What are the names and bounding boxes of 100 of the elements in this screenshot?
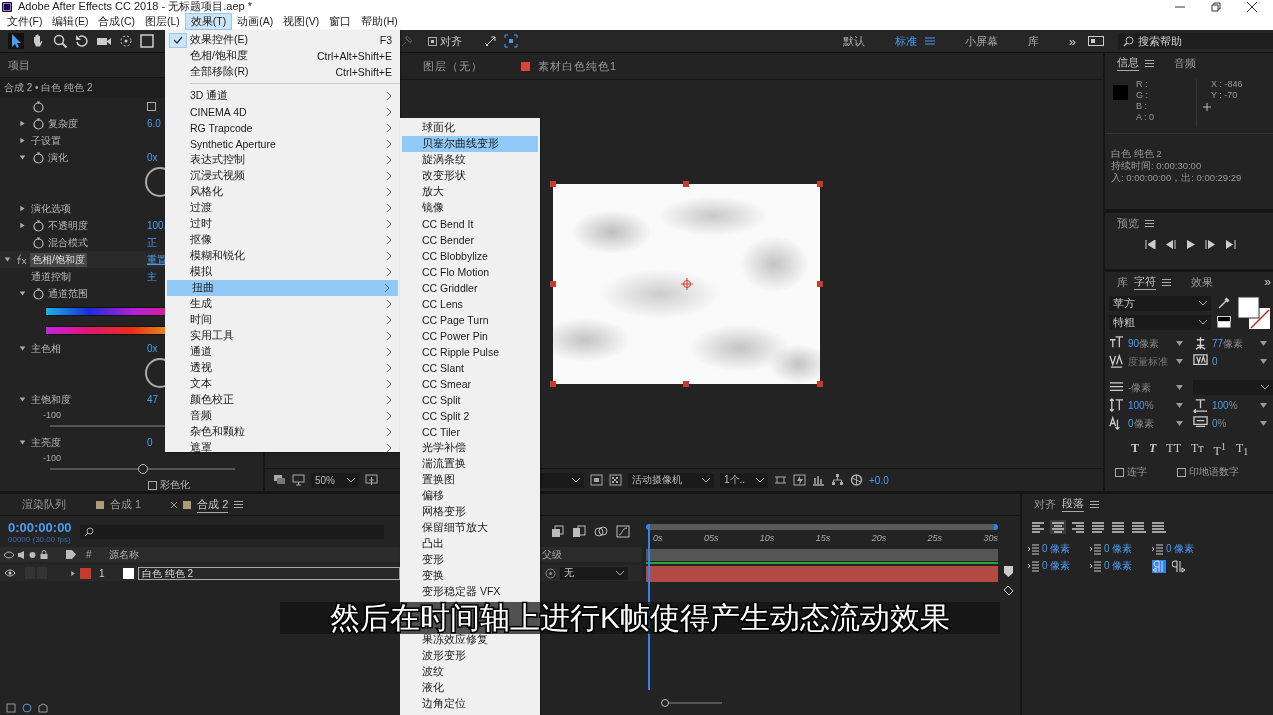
timeline-tab[interactable]: 合成 2 (197, 496, 229, 513)
menu-item[interactable]: CC Split 2 (400, 408, 540, 424)
menu-item[interactable]: CC Blobbylize (400, 248, 540, 264)
twisty-icon[interactable] (19, 137, 26, 144)
menu-item[interactable]: CC Page Turn (400, 312, 540, 328)
menu-item[interactable]: CC Power Pin (400, 328, 540, 344)
panel-tab[interactable]: 音频 (1174, 55, 1196, 71)
transform-handle[interactable] (683, 381, 689, 387)
next-frame-icon[interactable] (1205, 240, 1216, 249)
toggle-modes-icon[interactable] (38, 703, 48, 713)
menu-item[interactable]: 通道 (165, 344, 400, 360)
pan-behind-icon[interactable] (118, 33, 134, 49)
fill-stroke-swatch-icon[interactable] (1237, 296, 1271, 330)
menu-item[interactable]: 视图(V) (278, 13, 325, 30)
motion-blur-icon[interactable] (594, 525, 608, 538)
twisty-icon[interactable] (19, 396, 26, 403)
menu-item[interactable]: 球面化 (400, 120, 540, 136)
menu-item[interactable]: 光学补偿 (400, 440, 540, 456)
close-icon[interactable] (171, 501, 178, 508)
overflow-button[interactable]: » (1264, 275, 1271, 289)
dropdown-arrow-icon[interactable] (1260, 403, 1267, 408)
paragraph-field[interactable]: 0 像素 (1104, 542, 1133, 556)
character-field[interactable]: 0 (1212, 356, 1256, 367)
menu-item[interactable]: Synthetic Aperture (165, 136, 400, 152)
menu-item[interactable]: 扭曲 (167, 280, 398, 296)
twisty-icon[interactable] (19, 222, 26, 229)
property-value[interactable]: 正 (147, 235, 157, 250)
visibility-icon[interactable] (4, 569, 16, 577)
twisty-icon[interactable] (19, 205, 26, 212)
snap-icon[interactable] (504, 34, 518, 48)
twisty-icon[interactable] (19, 290, 26, 297)
render-icon[interactable] (6, 703, 16, 713)
text-direction-icon[interactable] (1172, 559, 1186, 573)
stopwatch-icon[interactable] (33, 117, 44, 130)
default-colors-icon[interactable] (1217, 316, 1231, 328)
restore-icon[interactable] (1211, 1, 1221, 12)
menu-item[interactable]: 效果控件(E) F3 (165, 32, 400, 48)
menu-item[interactable]: RG Trapcode (165, 120, 400, 136)
zoom-dropdown[interactable]: 50% (311, 472, 359, 488)
panel-tab[interactable]: 库 (1117, 274, 1128, 290)
menu-item[interactable]: 沉浸式视频 (165, 168, 400, 184)
align-button-icon[interactable] (1110, 520, 1126, 534)
exposure-value[interactable]: +0.0 (869, 474, 889, 486)
transparency-grid-icon[interactable] (609, 474, 622, 486)
twisty-icon[interactable] (19, 345, 26, 352)
flowchart-icon[interactable] (831, 474, 844, 486)
stopwatch-icon[interactable] (33, 236, 44, 249)
menu-item[interactable]: 全部移除(R) Ctrl+Shift+E (165, 64, 400, 80)
anchor-point-icon[interactable] (680, 278, 693, 290)
layer-search-field[interactable] (79, 524, 384, 539)
checkbox[interactable] (1115, 467, 1124, 477)
menu-icon[interactable] (1145, 219, 1154, 227)
menu-item[interactable]: 波纹 (400, 664, 540, 680)
panel-tab[interactable]: 信息 (1117, 55, 1139, 71)
menu-item[interactable]: CC Smear (400, 376, 540, 392)
viewer-tab[interactable]: 素材白色纯色1 (538, 58, 618, 74)
property-value[interactable]: 100. (147, 220, 167, 231)
menu-icon[interactable] (1162, 278, 1171, 286)
menu-item[interactable]: CC Bend It (400, 216, 540, 232)
workspace-tab[interactable]: 小屏幕 (964, 33, 998, 49)
dropdown-arrow-icon[interactable] (1260, 359, 1267, 364)
checkbox[interactable] (148, 480, 157, 490)
transform-handle[interactable] (816, 281, 823, 287)
twisty-icon[interactable] (70, 569, 76, 577)
property-value[interactable]: 0x (147, 152, 158, 163)
menu-item[interactable]: 波形变形 (400, 648, 540, 664)
panel-tab[interactable]: 效果 (1191, 274, 1213, 290)
menu-item[interactable]: 音频 (165, 408, 400, 424)
menu-icon[interactable] (234, 501, 244, 508)
character-field[interactable]: 77像素 (1212, 336, 1256, 351)
text-style-button[interactable]: T (1149, 441, 1157, 459)
workspace-tab[interactable]: 库 (1027, 33, 1039, 49)
menu-item[interactable]: 时间 (165, 312, 400, 328)
dropdown-arrow-icon[interactable] (1176, 341, 1183, 346)
twisty-icon[interactable] (19, 439, 26, 446)
menu-item[interactable]: CC Griddler (400, 280, 540, 296)
menu-item[interactable]: 透视 (165, 360, 400, 376)
last-frame-icon[interactable] (1225, 240, 1236, 249)
rectangle-icon[interactable] (140, 34, 154, 48)
twisty-icon[interactable] (4, 256, 11, 263)
menu-item[interactable]: 效果(T) (184, 13, 233, 30)
align-button-icon[interactable] (1030, 520, 1046, 534)
twisty-icon[interactable] (19, 120, 26, 127)
checkbox[interactable] (1177, 467, 1186, 477)
workspace-tab[interactable]: 默认 (842, 33, 865, 49)
stopwatch-icon[interactable] (33, 100, 44, 113)
menu-item[interactable]: 图层(L) (140, 13, 185, 30)
region-icon[interactable] (590, 474, 603, 486)
timeline-tab[interactable]: 渲染队列 (22, 497, 66, 512)
slider-thumb[interactable] (137, 464, 148, 474)
paragraph-field[interactable]: 0 像素 (1104, 559, 1133, 573)
menu-item[interactable]: 杂色和颗粒 (165, 424, 400, 440)
timeline-zoom-slider[interactable] (662, 699, 722, 707)
menu-item[interactable]: 颜色校正 (165, 392, 400, 408)
paragraph-field[interactable]: 0 像素 (1166, 542, 1195, 556)
menu-item[interactable]: 果冻效应修复 (400, 632, 540, 648)
character-field[interactable]: -像素 (1128, 380, 1172, 395)
text-style-button[interactable]: TT (1166, 441, 1182, 459)
dropdown-arrow-icon[interactable] (1176, 403, 1183, 408)
menu-item[interactable]: 编辑(E) (47, 13, 94, 30)
